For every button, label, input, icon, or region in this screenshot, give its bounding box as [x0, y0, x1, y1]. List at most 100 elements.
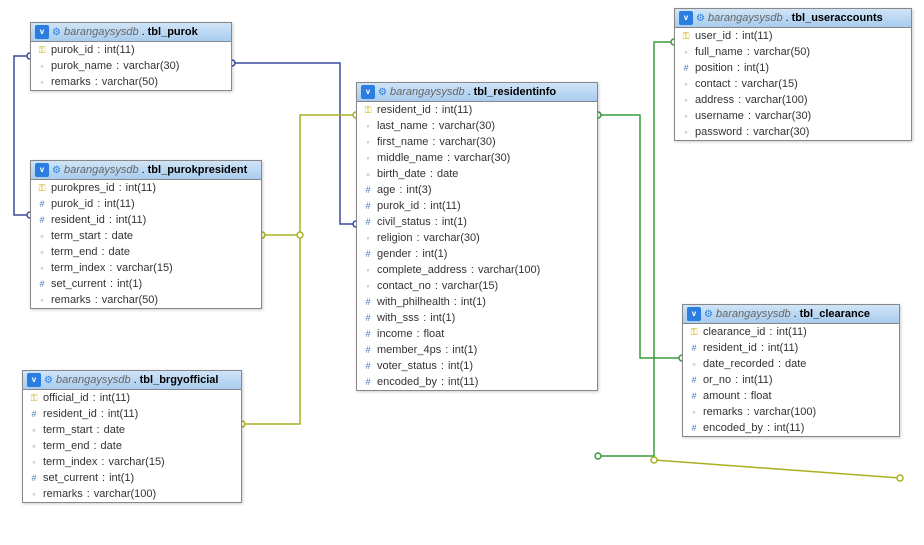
- column-type: int(1): [744, 62, 769, 74]
- column-name: birth_date: [377, 168, 426, 180]
- expand-icon[interactable]: v: [35, 25, 49, 39]
- column-name: with_sss: [377, 312, 419, 324]
- table-header[interactable]: v⚙barangaysysdb.tbl_useraccounts: [675, 9, 911, 28]
- column-row[interactable]: #purok_id : int(11): [357, 198, 597, 214]
- column-row[interactable]: ◦password : varchar(30): [675, 124, 911, 140]
- column-row[interactable]: #encoded_by : int(11): [357, 374, 597, 390]
- column-row[interactable]: ◦remarks : varchar(50): [31, 292, 261, 308]
- column-row[interactable]: ◦address : varchar(100): [675, 92, 911, 108]
- column-row[interactable]: ◦username : varchar(30): [675, 108, 911, 124]
- column-type: int(11): [116, 214, 146, 226]
- type-separator: :: [435, 216, 438, 228]
- expand-icon[interactable]: v: [361, 85, 375, 99]
- column-row[interactable]: ⚿resident_id : int(11): [357, 102, 597, 118]
- gear-icon[interactable]: ⚙: [696, 13, 705, 24]
- column-row[interactable]: ◦full_name : varchar(50): [675, 44, 911, 60]
- table-header[interactable]: v⚙barangaysysdb.tbl_clearance: [683, 305, 899, 324]
- column-row[interactable]: #age : int(3): [357, 182, 597, 198]
- type-separator: :: [744, 390, 747, 402]
- column-row[interactable]: ◦contact_no : varchar(15): [357, 278, 597, 294]
- column-row[interactable]: #set_current : int(1): [23, 470, 241, 486]
- column-name: purokpres_id: [51, 182, 115, 194]
- column-row[interactable]: #civil_status : int(1): [357, 214, 597, 230]
- gear-icon[interactable]: ⚙: [44, 375, 53, 386]
- column-row[interactable]: ▫term_start : date: [23, 422, 241, 438]
- table-brgyofficial[interactable]: v⚙barangaysysdb.tbl_brgyofficial⚿officia…: [22, 370, 242, 503]
- gear-icon[interactable]: ⚙: [52, 165, 61, 176]
- hash-icon: #: [363, 313, 373, 323]
- table-residentinfo[interactable]: v⚙barangaysysdb.tbl_residentinfo⚿residen…: [356, 82, 598, 391]
- column-row[interactable]: ▫term_end : date: [31, 244, 261, 260]
- column-row[interactable]: #or_no : int(11): [683, 372, 899, 388]
- column-name: set_current: [51, 278, 106, 290]
- table-header[interactable]: v⚙barangaysysdb.tbl_residentinfo: [357, 83, 597, 102]
- column-row[interactable]: ▫term_start : date: [31, 228, 261, 244]
- column-row[interactable]: ◦middle_name : varchar(30): [357, 150, 597, 166]
- column-row[interactable]: ◦remarks : varchar(100): [683, 404, 899, 420]
- column-row[interactable]: #voter_status : int(1): [357, 358, 597, 374]
- text-icon: ◦: [681, 79, 691, 89]
- column-row[interactable]: #with_philhealth : int(1): [357, 294, 597, 310]
- gear-icon[interactable]: ⚙: [52, 27, 61, 38]
- column-row[interactable]: ⚿clearance_id : int(11): [683, 324, 899, 340]
- expand-icon[interactable]: v: [35, 163, 49, 177]
- type-separator: :: [430, 168, 433, 180]
- table-useraccounts[interactable]: v⚙barangaysysdb.tbl_useraccounts⚿user_id…: [674, 8, 912, 141]
- column-row[interactable]: ◦contact : varchar(15): [675, 76, 911, 92]
- column-row[interactable]: #amount : float: [683, 388, 899, 404]
- type-separator: :: [97, 44, 100, 56]
- gear-icon[interactable]: ⚙: [704, 309, 713, 320]
- table-purokpresident[interactable]: v⚙barangaysysdb.tbl_purokpresident⚿purok…: [30, 160, 262, 309]
- column-row[interactable]: #income : float: [357, 326, 597, 342]
- table-clearance[interactable]: v⚙barangaysysdb.tbl_clearance⚿clearance_…: [682, 304, 900, 437]
- column-row[interactable]: ▫birth_date : date: [357, 166, 597, 182]
- column-row[interactable]: ◦complete_address : varchar(100): [357, 262, 597, 278]
- column-row[interactable]: ◦term_index : varchar(15): [23, 454, 241, 470]
- column-row[interactable]: #gender : int(1): [357, 246, 597, 262]
- table-header[interactable]: v⚙barangaysysdb.tbl_purok: [31, 23, 231, 42]
- column-row[interactable]: ◦first_name : varchar(30): [357, 134, 597, 150]
- column-row[interactable]: #resident_id : int(11): [31, 212, 261, 228]
- column-name: last_name: [377, 120, 428, 132]
- column-row[interactable]: ◦purok_name : varchar(30): [31, 58, 231, 74]
- column-name: civil_status: [377, 216, 431, 228]
- column-row[interactable]: #with_sss : int(1): [357, 310, 597, 326]
- column-row[interactable]: ◦last_name : varchar(30): [357, 118, 597, 134]
- table-header[interactable]: v⚙barangaysysdb.tbl_brgyofficial: [23, 371, 241, 390]
- column-row[interactable]: #set_current : int(1): [31, 276, 261, 292]
- gear-icon[interactable]: ⚙: [378, 87, 387, 98]
- column-row[interactable]: #resident_id : int(11): [23, 406, 241, 422]
- column-name: remarks: [51, 76, 91, 88]
- column-row[interactable]: ⚿purok_id : int(11): [31, 42, 231, 58]
- column-row[interactable]: ◦religion : varchar(30): [357, 230, 597, 246]
- column-row[interactable]: ▫date_recorded : date: [683, 356, 899, 372]
- column-row[interactable]: #purok_id : int(11): [31, 196, 261, 212]
- expand-icon[interactable]: v: [679, 11, 693, 25]
- hash-icon: #: [363, 217, 373, 227]
- column-row[interactable]: #position : int(1): [675, 60, 911, 76]
- column-type: int(11): [448, 376, 478, 388]
- column-row[interactable]: ⚿user_id : int(11): [675, 28, 911, 44]
- column-row[interactable]: ⚿purokpres_id : int(11): [31, 180, 261, 196]
- column-type: int(11): [768, 342, 798, 354]
- expand-icon[interactable]: v: [27, 373, 41, 387]
- relation-line: [598, 115, 682, 358]
- column-row[interactable]: ⚿official_id : int(11): [23, 390, 241, 406]
- column-row[interactable]: ◦term_index : varchar(15): [31, 260, 261, 276]
- text-icon: ◦: [37, 61, 47, 71]
- hash-icon: #: [363, 297, 373, 307]
- text-icon: ◦: [363, 281, 373, 291]
- column-row[interactable]: #resident_id : int(11): [683, 340, 899, 356]
- relation-endpoint: [897, 475, 903, 481]
- column-row[interactable]: ▫term_end : date: [23, 438, 241, 454]
- column-row[interactable]: #encoded_by : int(11): [683, 420, 899, 436]
- table-header[interactable]: v⚙barangaysysdb.tbl_purokpresident: [31, 161, 261, 180]
- table-purok[interactable]: v⚙barangaysysdb.tbl_purok⚿purok_id : int…: [30, 22, 232, 91]
- type-separator: :: [432, 136, 435, 148]
- expand-icon[interactable]: v: [687, 307, 701, 321]
- column-row[interactable]: ◦remarks : varchar(50): [31, 74, 231, 90]
- column-row[interactable]: #member_4ps : int(1): [357, 342, 597, 358]
- column-row[interactable]: ◦remarks : varchar(100): [23, 486, 241, 502]
- column-name: purok_id: [51, 44, 93, 56]
- column-name: remarks: [51, 294, 91, 306]
